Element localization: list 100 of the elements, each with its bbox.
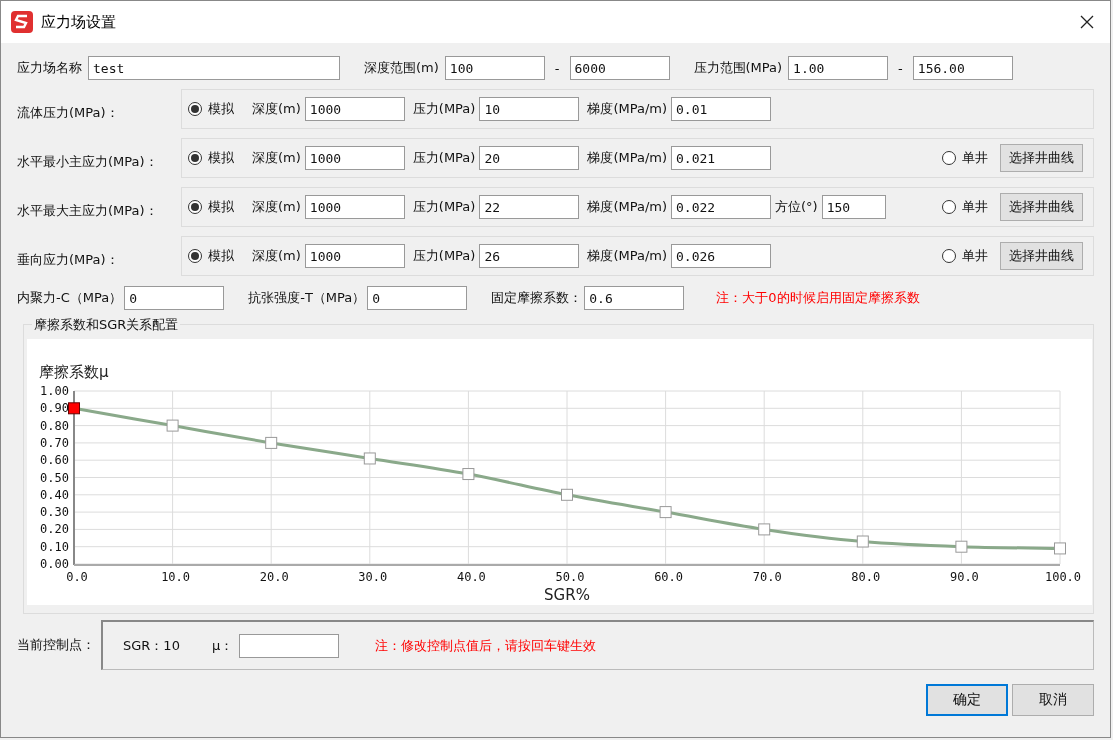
gradient-label: 梯度(MPa/m) [587,247,668,265]
single-well-radio[interactable]: 单井 [942,149,988,167]
name-field[interactable]: test [88,56,340,80]
gradient-field[interactable]: 0.026 [671,244,772,268]
stress-label: 水平最大主应力(MPa)： [17,202,159,220]
y-axis-title: 摩擦系数μ [39,363,109,381]
x-tick-label: 100.0 [1044,570,1082,584]
depth-label: 深度(m) [252,247,301,265]
pressure-min-field[interactable]: 1.00 [788,56,889,80]
control-point-marker[interactable] [462,468,475,481]
pressure-field[interactable]: 22 [479,195,580,219]
control-point-marker[interactable] [561,488,573,501]
tensile-label: 抗张强度-T（MPa） [248,289,366,307]
simulate-radio[interactable]: 模拟 [188,149,234,167]
pressure-field[interactable]: 26 [479,244,580,268]
tensile-field[interactable]: 0 [367,286,468,310]
control-point-marker[interactable] [659,506,672,519]
cohesion-label: 内聚力-C（MPa） [17,289,123,307]
pressure-max-field[interactable]: 156.00 [912,56,1013,80]
depth-min-field[interactable]: 100 [444,56,545,80]
azimuth-label: 方位(°) [775,198,818,216]
control-point-note: 注：修改控制点值后，请按回车键生效 [375,636,597,655]
group-title: 摩擦系数和SGR关系配置 [32,316,181,334]
x-tick-label: 30.0 [358,570,388,584]
dialog-button[interactable]: 取消 [1012,684,1094,716]
dialog-button[interactable]: 确定 [926,684,1008,716]
select-curve-button[interactable]: 选择井曲线 [1000,193,1083,221]
control-point-marker[interactable] [856,535,869,548]
x-tick-label: 10.0 [161,570,191,584]
sgr-value: SGR：10 [123,636,180,655]
depth-max-field[interactable]: 6000 [569,56,670,80]
depth-range-label: 深度范围(m) [364,59,439,77]
stress-label: 垂向应力(MPa)： [17,251,120,269]
range-dash: - [898,60,903,76]
friction-note: 注：大于0的时候启用固定摩擦系数 [716,289,920,307]
gradient-field[interactable]: 0.01 [671,97,772,121]
control-point-marker[interactable] [265,436,278,449]
control-point-marker[interactable] [363,452,376,465]
x-tick-label: 80.0 [851,570,881,584]
simulate-radio[interactable]: 模拟 [188,247,234,265]
pressure-field[interactable]: 20 [479,146,580,170]
x-tick-label: 60.0 [654,570,684,584]
mu-label: μ： [211,636,234,655]
control-point-marker[interactable] [166,419,179,432]
single-well-radio[interactable]: 单井 [942,198,988,216]
x-axis-title: SGR% [544,586,590,604]
pressure-label: 压力(MPa) [412,247,476,265]
app-logo-icon [11,11,33,33]
stress-label: 水平最小主应力(MPa)： [17,153,159,171]
y-tick-label: 0.60 [40,453,69,468]
x-tick-label: 50.0 [555,570,585,584]
gradient-field[interactable]: 0.021 [671,146,772,170]
control-point-marker[interactable] [758,523,771,536]
pressure-range-label: 压力范围(MPa) [693,59,783,77]
x-tick-label: 40.0 [456,570,486,584]
pressure-label: 压力(MPa) [412,149,476,167]
control-point-marker[interactable] [955,540,968,553]
range-dash: - [554,60,560,76]
window-title: 应力场设置 [41,12,116,32]
y-tick-label: 0.10 [40,539,69,554]
friction-field[interactable]: 0.6 [584,286,685,310]
pressure-field[interactable]: 10 [479,97,580,121]
y-tick-label: 0.80 [40,418,69,433]
gradient-label: 梯度(MPa/m) [587,149,668,167]
y-tick-label: 0.40 [40,487,69,502]
depth-field[interactable]: 1000 [304,244,405,268]
control-point-marker[interactable] [1054,542,1066,555]
simulate-radio[interactable]: 模拟 [188,100,234,118]
pressure-label: 压力(MPa) [412,198,476,216]
y-tick-label: 0.00 [40,557,69,571]
depth-field[interactable]: 1000 [304,97,405,121]
single-well-radio[interactable]: 单井 [942,247,988,265]
control-point-label: 当前控制点： [17,636,95,654]
close-icon[interactable] [1080,15,1094,29]
select-curve-button[interactable]: 选择井曲线 [1000,242,1083,270]
depth-field[interactable]: 1000 [304,146,405,170]
y-tick-label: 0.70 [40,435,69,450]
y-tick-label: 0.20 [40,522,69,537]
stress-label: 流体压力(MPa)： [17,104,120,122]
friction-label: 固定摩擦系数： [491,289,583,307]
x-tick-label: 70.0 [752,570,782,584]
depth-label: 深度(m) [252,198,301,216]
gradient-field[interactable]: 0.022 [671,195,772,219]
azimuth-field[interactable]: 150 [821,195,886,219]
y-tick-label: 0.30 [40,505,69,520]
y-tick-label: 0.90 [40,401,69,416]
x-tick-label: 0.0 [66,570,88,584]
name-label: 应力场名称 [17,59,82,77]
mu-field[interactable] [239,633,340,658]
y-tick-label: 0.50 [40,470,69,485]
y-tick-label: 1.00 [40,384,69,398]
depth-field[interactable]: 1000 [304,195,405,219]
cohesion-field[interactable]: 0 [124,286,225,310]
depth-label: 深度(m) [252,149,301,167]
control-point-marker[interactable] [68,402,80,415]
gradient-label: 梯度(MPa/m) [587,198,668,216]
simulate-radio[interactable]: 模拟 [188,198,234,216]
pressure-label: 压力(MPa) [412,100,476,118]
select-curve-button[interactable]: 选择井曲线 [1000,144,1083,172]
x-tick-label: 90.0 [949,570,979,584]
